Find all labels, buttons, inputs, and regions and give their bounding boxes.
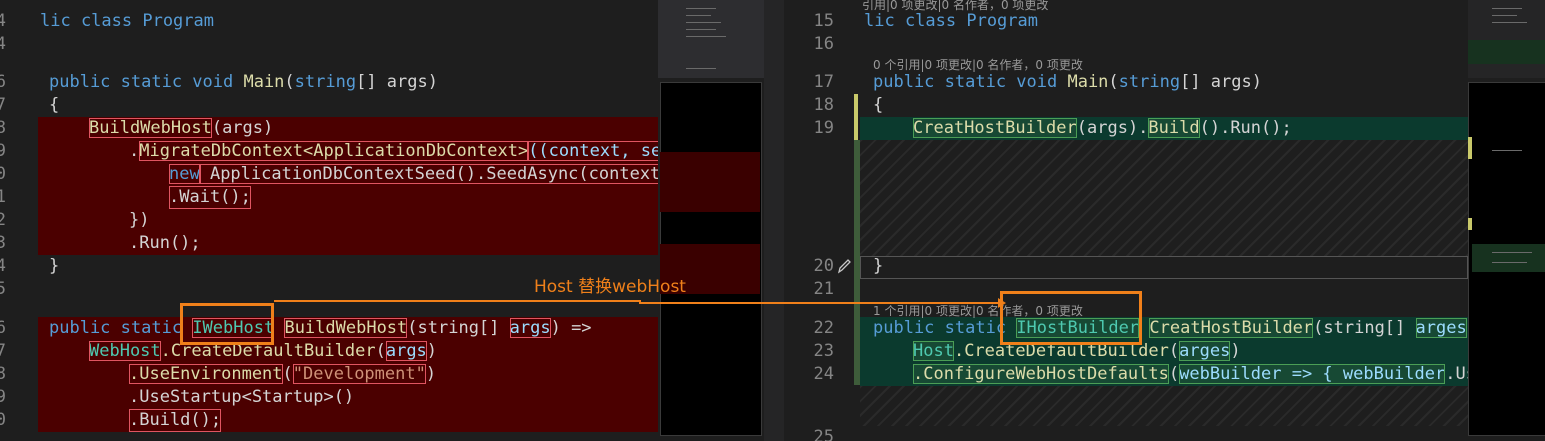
annotation-arrow — [274, 298, 1006, 308]
